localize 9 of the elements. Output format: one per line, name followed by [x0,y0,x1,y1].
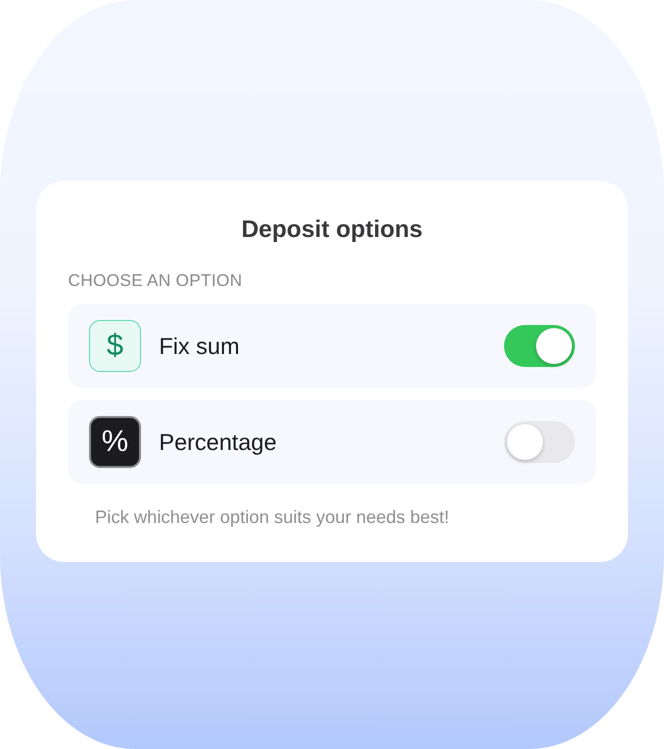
percent-icon: % [89,416,141,468]
dialog-title: Deposit options [240,215,424,245]
option-label: Fix sum [159,332,240,360]
hint-text: Pick whichever option suits your needs best! [95,506,450,528]
dollar-icon: $ [89,320,141,372]
section-label: CHOOSE AN OPTION [68,271,244,291]
toggle-switch[interactable] [504,421,575,463]
toggle-switch[interactable] [504,325,575,367]
option-label: Percentage [159,428,278,456]
